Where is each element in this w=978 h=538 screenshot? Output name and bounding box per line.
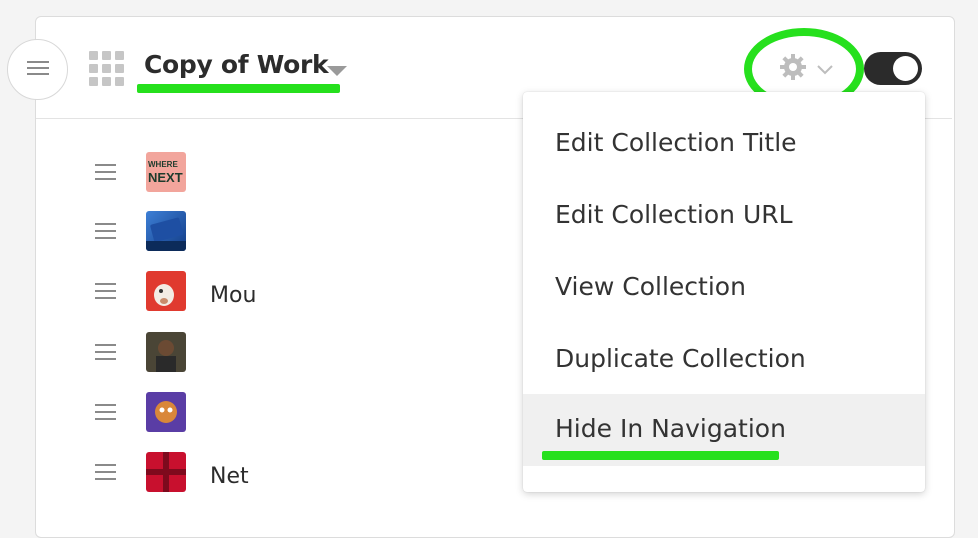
annotation-title-underline	[137, 84, 340, 93]
drag-handle-icon[interactable]	[95, 344, 116, 360]
title-dropdown-caret-icon[interactable]	[327, 66, 347, 76]
svg-text:WHERE: WHERE	[148, 160, 178, 169]
menu-item-edit-collection-url[interactable]: Edit Collection URL	[523, 180, 925, 250]
menu-button[interactable]	[7, 39, 68, 100]
thumbnail-red-cross	[146, 452, 186, 492]
list-item-title: Mou	[210, 283, 257, 308]
thumbnail-character	[146, 392, 186, 432]
menu-item-view-collection[interactable]: View Collection	[523, 252, 925, 322]
menu-item-duplicate-collection[interactable]: Duplicate Collection	[523, 324, 925, 394]
menu-item-edit-collection-title[interactable]: Edit Collection Title	[523, 108, 925, 178]
drag-handle-icon[interactable]	[95, 464, 116, 480]
thumbnail-blue-device	[146, 211, 186, 251]
thumbnail-where-next: WHERE NEXT	[146, 152, 186, 192]
drag-handle-icon[interactable]	[95, 404, 116, 420]
settings-dropdown-menu: Edit Collection Title Edit Collection UR…	[523, 92, 925, 492]
annotation-hide-underline	[542, 451, 779, 460]
hamburger-icon	[26, 60, 49, 80]
list-item-title: Net	[210, 464, 249, 489]
svg-text:NEXT: NEXT	[148, 170, 183, 185]
drag-handle-icon[interactable]	[95, 164, 116, 180]
thumbnail-dog	[146, 271, 186, 311]
thumbnail-person	[146, 332, 186, 372]
drag-handle-icon[interactable]	[95, 283, 116, 299]
drag-handle-icon[interactable]	[95, 223, 116, 239]
visibility-toggle[interactable]	[864, 52, 922, 85]
toggle-knob	[893, 56, 918, 81]
collection-title[interactable]: Copy of Work	[144, 50, 329, 79]
grid-icon[interactable]	[89, 51, 124, 86]
